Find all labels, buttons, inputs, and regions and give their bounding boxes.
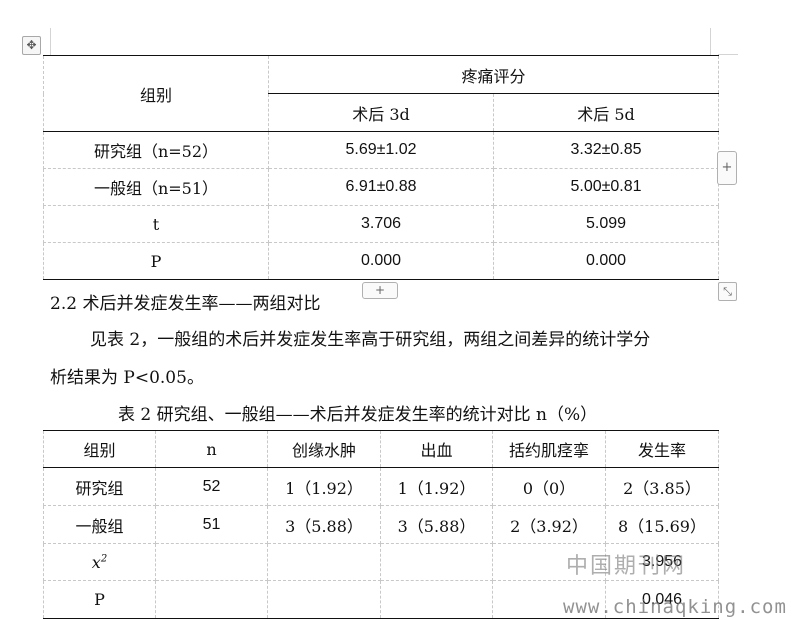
- header-wound-edema: 创缘水肿: [267, 430, 381, 468]
- cell-value: [155, 543, 268, 581]
- cell-value: [155, 580, 268, 619]
- row-label: 研究组（n=52）: [43, 131, 269, 169]
- table-resize-icon[interactable]: ⤡: [718, 282, 737, 301]
- cell-value: 2（3.92）: [492, 505, 606, 544]
- cell-value: 3（5.88）: [267, 505, 381, 544]
- table-row: 一般组（n=51） 6.91±0.88 5.00±0.81: [43, 168, 720, 206]
- header-group: 组别: [43, 430, 156, 468]
- table-row: t 3.706 5.099: [43, 205, 720, 243]
- cell-value: 2（3.85）: [605, 467, 719, 506]
- cell-value: 1（1.92）: [380, 467, 493, 506]
- header-bleeding: 出血: [380, 430, 493, 468]
- cell-value: [380, 543, 493, 581]
- cell-value: 5.00±0.81: [492, 168, 720, 206]
- cell-value: 3（5.88）: [380, 505, 493, 544]
- table-move-handle-icon[interactable]: ✥: [22, 36, 41, 55]
- row-label: P: [43, 242, 269, 280]
- table-row: 研究组 52 1（1.92） 1（1.92） 0（0） 2（3.85）: [43, 467, 719, 506]
- section-heading: 2.2 术后并发症发生率——两组对比: [50, 294, 321, 314]
- watermark-text: 中国期刊网: [566, 554, 687, 579]
- chi-square-symbol: x2: [91, 552, 108, 572]
- add-row-button[interactable]: +: [362, 282, 398, 299]
- cell-value: 0.000: [492, 242, 720, 280]
- row-label: P: [43, 580, 156, 619]
- margin-guide: [718, 54, 738, 55]
- body-text-line: 见表 2，一般组的术后并发症发生率高于研究组，两组之间差异的统计学分: [90, 330, 651, 350]
- cell-value: 5.69±1.02: [268, 131, 494, 169]
- pain-score-table: 组别 疼痛评分 术后 3d 术后 5d 研究组（n=52） 5.69±1.02 …: [43, 55, 720, 280]
- cell-value: 6.91±0.88: [268, 168, 494, 206]
- header-day3: 术后 3d: [268, 93, 494, 132]
- cell-value: 1（1.92）: [267, 467, 381, 506]
- margin-guide: [710, 28, 711, 55]
- table-row: 研究组（n=52） 5.69±1.02 3.32±0.85: [43, 131, 720, 169]
- cell-value: 51: [155, 505, 268, 544]
- cell-value: 3.706: [268, 205, 494, 243]
- header-n: n: [155, 430, 268, 468]
- header-pain-score: 疼痛评分: [267, 55, 720, 94]
- cell-value: [267, 580, 381, 619]
- row-label: t: [43, 205, 269, 243]
- body-text-line: 析结果为 P<0.05。: [50, 368, 204, 388]
- cell-value: 5.099: [492, 205, 720, 243]
- row-label-chi-square: x2: [43, 543, 156, 581]
- complication-rate-table: 组别 n 创缘水肿 出血 括约肌痉挛 发生率 研究组 52 1（1.92） 1（…: [43, 430, 719, 619]
- watermark-url: www.chinaqking.com: [563, 596, 787, 618]
- cell-value: 52: [155, 467, 268, 506]
- cell-value: 8（15.69）: [605, 505, 719, 544]
- add-column-button[interactable]: +: [717, 151, 737, 185]
- row-label: 一般组: [43, 505, 156, 544]
- cell-value: 0（0）: [492, 467, 606, 506]
- cell-value: 0.000: [268, 242, 494, 280]
- margin-guide: [50, 28, 51, 55]
- cell-value: [380, 580, 493, 619]
- header-group: 组别: [43, 55, 269, 132]
- row-label: 研究组: [43, 467, 156, 506]
- table-caption: 表 2 研究组、一般组——术后并发症发生率的统计对比 n（%）: [118, 405, 598, 425]
- header-sphincter-spasm: 括约肌痉挛: [492, 430, 606, 468]
- header-day5: 术后 5d: [492, 93, 720, 132]
- table-row: P 0.000 0.000: [43, 242, 720, 280]
- header-incidence: 发生率: [605, 430, 719, 468]
- cell-value: [267, 543, 381, 581]
- cell-value: 3.32±0.85: [492, 131, 720, 169]
- table-row: 一般组 51 3（5.88） 3（5.88） 2（3.92） 8（15.69）: [43, 505, 719, 544]
- row-label: 一般组（n=51）: [43, 168, 269, 206]
